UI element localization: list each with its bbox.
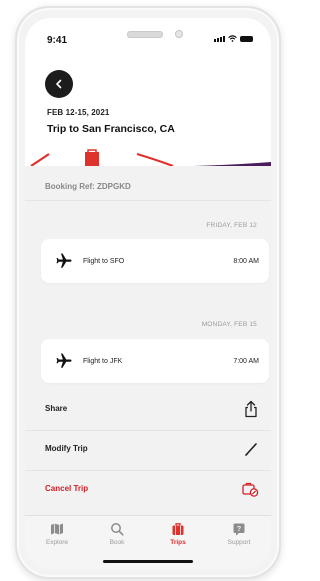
- plane-icon: [56, 353, 72, 368]
- header-decoration: [30, 149, 271, 166]
- pencil-icon[interactable]: [243, 440, 259, 458]
- cancel-trip-icon[interactable]: [241, 480, 259, 498]
- tab-label: Support: [227, 539, 251, 546]
- share-label: Share: [45, 404, 68, 413]
- tab-label: Explore: [45, 539, 69, 546]
- share-icon[interactable]: [243, 400, 259, 418]
- tab-label: Book: [109, 539, 125, 546]
- cancel-trip-label: Cancel Trip: [45, 484, 89, 493]
- tab-label: Trips: [170, 539, 186, 546]
- screen: 9:41 FEB 12-15, 2021 Trip to San Francis…: [25, 18, 271, 569]
- wifi-icon: [228, 35, 237, 42]
- tab-book[interactable]: Book: [93, 522, 141, 546]
- day-label-friday: FRIDAY, FEB 12: [206, 222, 257, 229]
- booking-reference: Booking Ref: ZDPGKD: [45, 182, 131, 191]
- trip-header: 9:41 FEB 12-15, 2021 Trip to San Francis…: [25, 18, 271, 166]
- signal-icon: [214, 36, 225, 42]
- flight-card-jfk[interactable]: Flight to JFK 7:00 AM: [41, 339, 269, 383]
- plane-icon: [56, 253, 72, 268]
- tab-bar: Explore Book Trips ? Support: [25, 515, 271, 569]
- help-icon: ?: [233, 523, 245, 536]
- flight-card-sfo[interactable]: Flight to SFO 8:00 AM: [41, 239, 269, 283]
- home-indicator: [103, 560, 193, 563]
- trip-title: Trip to San Francisco, CA: [47, 123, 175, 135]
- status-time: 9:41: [47, 35, 68, 46]
- modify-trip-row[interactable]: Modify Trip: [25, 431, 271, 469]
- flight-time: 7:00 AM: [233, 358, 259, 365]
- share-row[interactable]: Share: [25, 391, 271, 429]
- svg-text:?: ?: [237, 526, 241, 533]
- suitcase-icon: [172, 523, 184, 535]
- search-icon: [111, 523, 124, 536]
- battery-icon: [240, 36, 253, 42]
- phone-frame: 9:41 FEB 12-15, 2021 Trip to San Francis…: [15, 6, 281, 579]
- day-label-monday: MONDAY, FEB 15: [201, 321, 257, 328]
- back-button[interactable]: [45, 70, 73, 98]
- status-icons: [214, 35, 253, 42]
- flight-time: 8:00 AM: [233, 258, 259, 265]
- modify-trip-label: Modify Trip: [45, 444, 88, 453]
- flight-name: Flight to JFK: [83, 358, 123, 365]
- chevron-left-icon: [56, 79, 62, 89]
- map-icon: [51, 523, 63, 535]
- speaker-grille: [127, 31, 163, 38]
- cancel-trip-row[interactable]: Cancel Trip: [25, 471, 271, 509]
- divider: [25, 200, 271, 201]
- tab-trips[interactable]: Trips: [154, 522, 202, 546]
- tab-support[interactable]: ? Support: [215, 522, 263, 546]
- flight-name: Flight to SFO: [83, 258, 125, 265]
- trip-date-range: FEB 12-15, 2021: [47, 108, 110, 117]
- camera-dot: [175, 30, 183, 38]
- tab-explore[interactable]: Explore: [33, 522, 81, 546]
